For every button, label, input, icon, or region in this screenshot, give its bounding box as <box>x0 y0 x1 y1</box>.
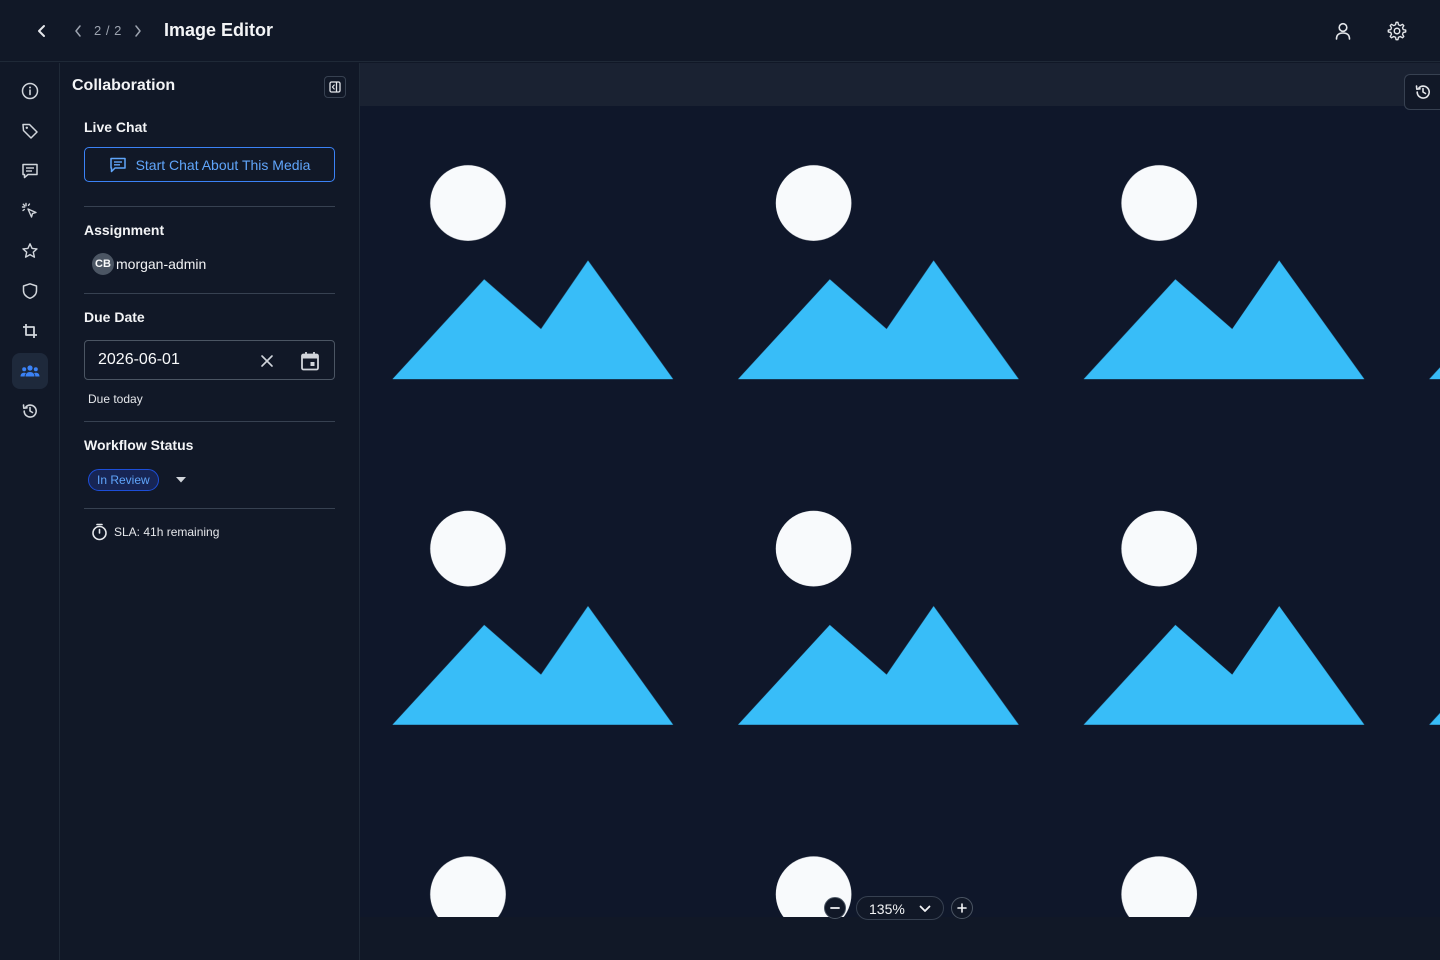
back-button[interactable] <box>26 15 58 47</box>
tool-rail <box>0 63 60 960</box>
rail-item-tags[interactable] <box>12 113 48 149</box>
star-icon <box>22 243 38 258</box>
sparkle-icon <box>21 202 37 218</box>
sla-indicator: SLA: 41h remaining <box>91 523 219 541</box>
canvas-toolbar-strip <box>360 63 1440 106</box>
due-date-value[interactable]: 2026-06-01 <box>98 351 180 369</box>
rail-item-ai[interactable] <box>12 193 48 229</box>
gear-icon <box>1387 21 1407 41</box>
live-chat-label: Live Chat <box>84 119 148 135</box>
app-title: Image Editor <box>164 20 274 40</box>
rail-item-info[interactable] <box>12 73 48 109</box>
collapse-panel-icon <box>329 81 341 93</box>
zoom-out-button[interactable] <box>824 897 846 919</box>
due-date-helper: Due today <box>88 392 143 406</box>
plus-icon <box>957 903 967 913</box>
rail-item-crop[interactable] <box>12 313 48 349</box>
image-canvas[interactable] <box>360 106 1440 917</box>
crop-icon <box>23 324 37 338</box>
status-dropdown-button[interactable] <box>174 473 188 487</box>
divider <box>84 206 335 207</box>
zoom-in-button[interactable] <box>951 897 973 919</box>
chat-icon <box>109 157 126 172</box>
clear-date-button[interactable] <box>257 351 277 371</box>
due-date-label: Due Date <box>84 309 145 325</box>
workflow-status-label: Workflow Status <box>84 437 194 453</box>
collapse-panel-button[interactable] <box>324 76 346 98</box>
comment-icon <box>22 163 38 179</box>
zoom-level-select[interactable]: 135% <box>856 896 944 920</box>
shield-icon <box>22 283 38 300</box>
timer-icon <box>92 523 107 541</box>
chevron-right-icon <box>135 25 141 37</box>
rail-item-favorites[interactable] <box>12 233 48 269</box>
rail-item-history[interactable] <box>12 393 48 429</box>
image-preview <box>360 106 1440 917</box>
start-chat-label: Start Chat About This Media <box>135 156 311 173</box>
calendar-icon <box>301 352 319 371</box>
caret-down-icon <box>176 477 186 483</box>
zoom-level-value: 135% <box>869 901 905 917</box>
divider <box>84 508 335 509</box>
avatar: CB <box>92 253 114 275</box>
assignment-label: Assignment <box>84 222 165 238</box>
rail-item-security[interactable] <box>12 273 48 309</box>
top-bar: 2 / 2 Image Editor <box>0 0 1440 62</box>
next-item-button[interactable] <box>130 21 146 41</box>
version-history-button[interactable] <box>1404 74 1440 110</box>
collaboration-panel: Collaboration Live Chat Start Chat About… <box>60 63 360 960</box>
user-button[interactable] <box>1328 16 1358 46</box>
divider <box>84 293 335 294</box>
panel-title: Collaboration <box>72 77 176 94</box>
history-icon <box>1415 85 1430 99</box>
chevron-left-icon <box>38 25 45 37</box>
rail-item-collaboration[interactable] <box>12 353 48 389</box>
info-icon <box>21 82 39 100</box>
settings-button[interactable] <box>1382 16 1412 46</box>
users-icon <box>20 365 40 377</box>
divider <box>84 421 335 422</box>
status-badge[interactable]: In Review <box>88 469 159 491</box>
history-icon <box>22 404 37 418</box>
page-counter: 2 / 2 <box>94 23 122 38</box>
tag-icon <box>22 123 38 139</box>
assignee-chip[interactable]: CB morgan-admin <box>92 253 206 275</box>
open-calendar-button[interactable] <box>298 349 322 373</box>
user-icon <box>1335 22 1351 40</box>
close-icon <box>261 355 273 367</box>
chevron-down-icon <box>917 901 933 917</box>
chevron-left-icon <box>75 25 81 37</box>
start-chat-button[interactable]: Start Chat About This Media <box>84 147 335 182</box>
due-date-field[interactable]: 2026-06-01 <box>84 340 335 380</box>
assignee-name: morgan-admin <box>116 256 207 272</box>
rail-item-comments[interactable] <box>12 153 48 189</box>
minus-icon <box>830 907 840 909</box>
canvas-area: 135% <box>360 63 1440 960</box>
sla-text: SLA: 41h remaining <box>114 525 220 539</box>
previous-item-button[interactable] <box>70 21 86 41</box>
